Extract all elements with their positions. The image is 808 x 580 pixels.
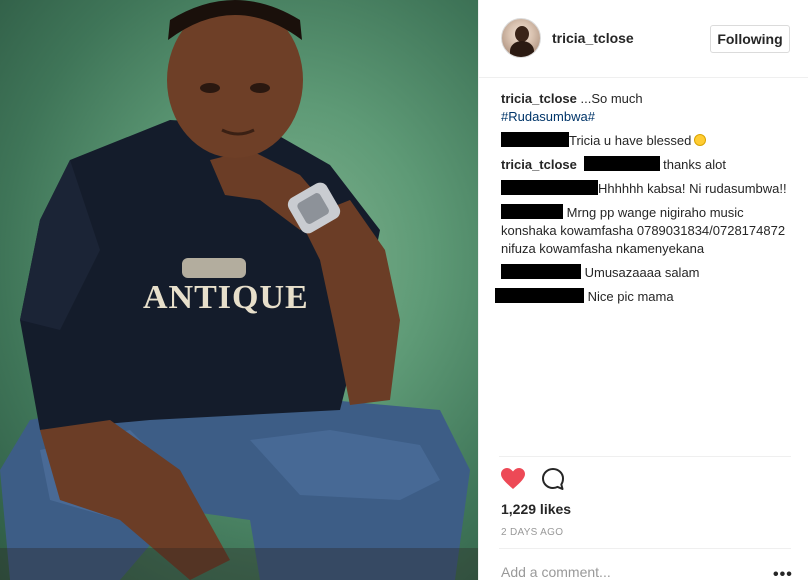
avatar-body (510, 41, 534, 57)
comment-text: Umusazaaaa salam (581, 265, 700, 280)
comments-list: tricia_tclose ...So much #Rudasumbwa# Tr… (495, 90, 793, 312)
redacted-username (495, 288, 584, 303)
list-item: Hhhhhh kabsa! Ni rudasumbwa!! (501, 180, 793, 198)
heart-icon (501, 468, 525, 489)
grinning-emoji-icon (694, 134, 707, 146)
like-button[interactable] (500, 467, 526, 491)
divider (499, 456, 791, 457)
post-details-panel: tricia_tclose Following tricia_tclose ..… (478, 0, 808, 580)
comment-username[interactable]: tricia_tclose (501, 91, 577, 106)
comment-button[interactable] (541, 467, 565, 491)
redacted-username (501, 132, 569, 147)
list-item: Nice pic mama (495, 288, 793, 306)
redacted-mention (583, 156, 660, 171)
avatar[interactable] (501, 18, 541, 58)
divider (499, 548, 791, 549)
comment-text: Hhhhhh kabsa! Ni rudasumbwa!! (598, 181, 787, 196)
comment-text: thanks alot (659, 157, 726, 172)
comment-text: Tricia u have blessed (569, 133, 692, 148)
likes-count[interactable]: 1,229 likes (501, 501, 571, 517)
post-photo-illustration: ANTIQUE (0, 0, 478, 580)
following-button[interactable]: Following (710, 25, 790, 53)
redacted-username (501, 264, 581, 279)
list-item: tricia_tclose thanks alot (501, 156, 793, 174)
caption: tricia_tclose ...So much #Rudasumbwa# (501, 90, 793, 126)
list-item: Tricia u have blessed (501, 132, 793, 150)
shirt-print: ANTIQUE (143, 279, 309, 316)
header-username[interactable]: tricia_tclose (552, 30, 634, 46)
redacted-username (501, 204, 563, 219)
list-item: Umusazaaaa salam (501, 264, 793, 282)
comment-text: Nice pic mama (584, 289, 674, 304)
comment-bubble-icon (542, 468, 564, 490)
caption-text: ...So much (576, 91, 643, 106)
redacted-username (501, 180, 598, 195)
post-photo[interactable]: ANTIQUE (0, 0, 478, 580)
post-header: tricia_tclose Following (479, 0, 808, 78)
hashtag-link[interactable]: #Rudasumbwa# (501, 109, 595, 124)
more-options-button[interactable]: ••• (773, 566, 793, 580)
avatar-head (515, 26, 529, 42)
list-item: Mrng pp wange nigiraho music konshaka ko… (501, 204, 793, 258)
add-comment-input[interactable] (501, 560, 741, 580)
comment-username[interactable]: tricia_tclose (501, 157, 577, 172)
post-timestamp[interactable]: 2 DAYS AGO (501, 527, 563, 538)
